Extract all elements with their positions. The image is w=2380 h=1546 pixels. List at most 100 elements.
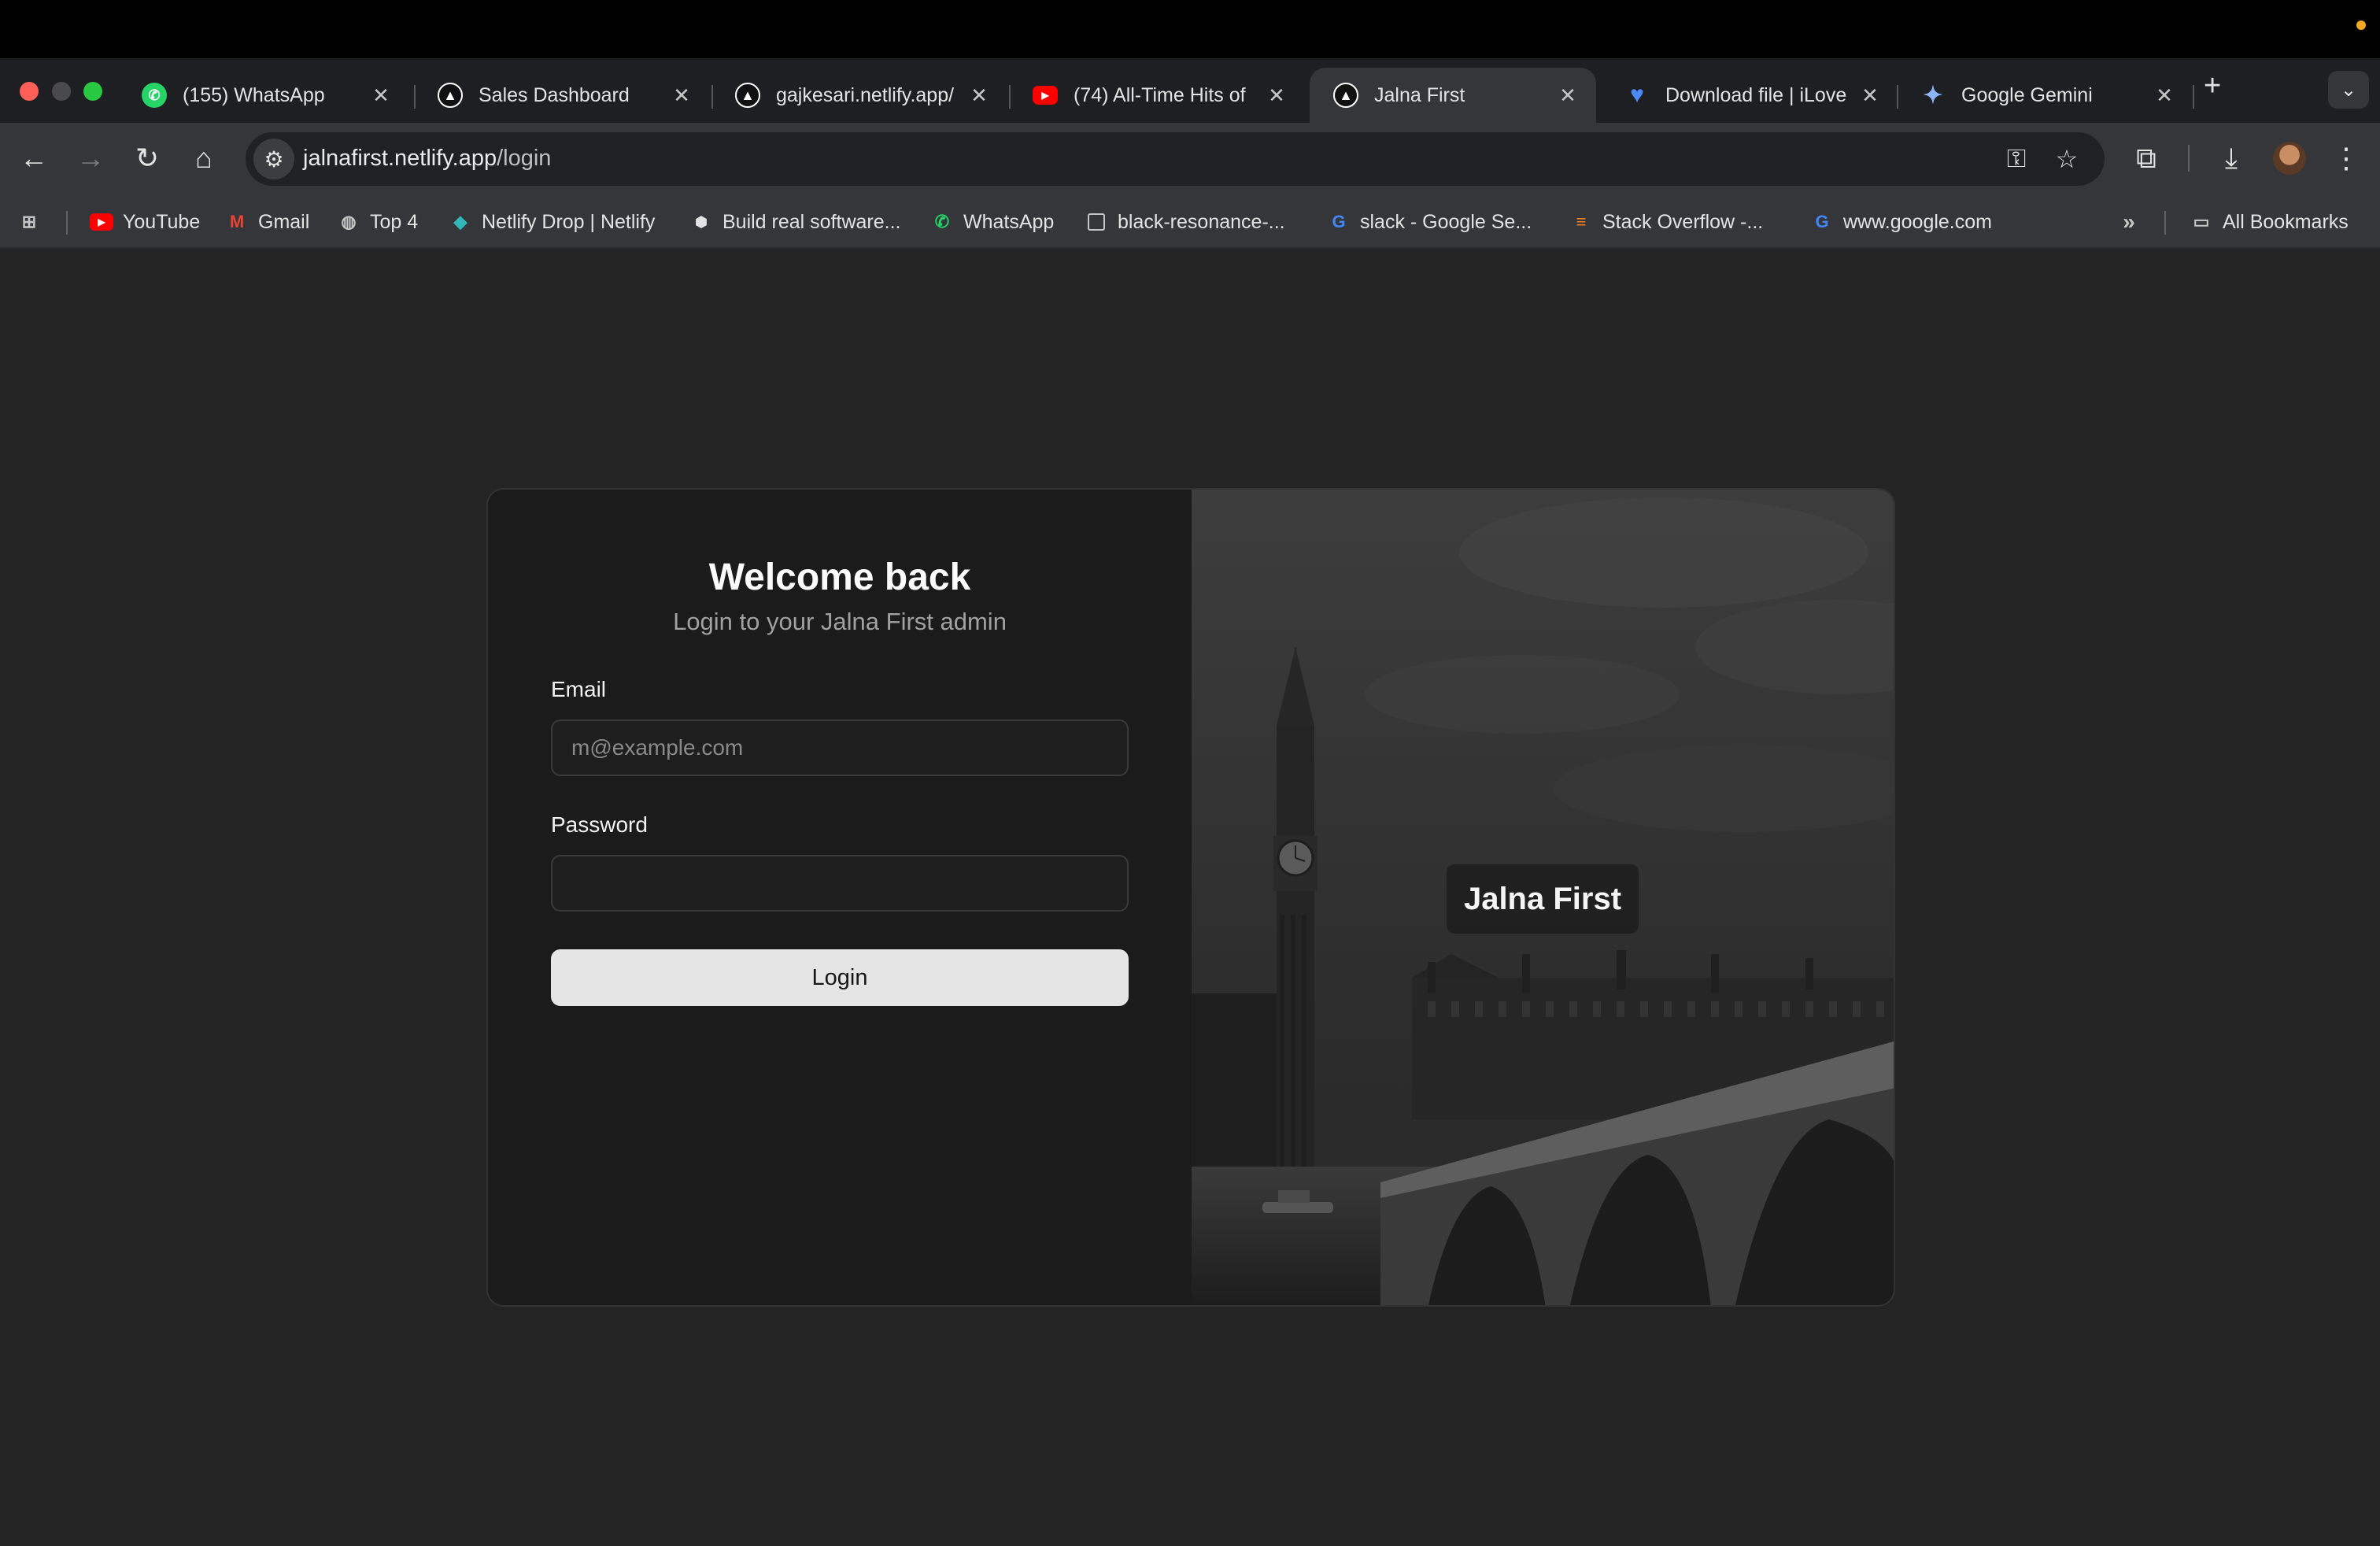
tab-close-icon[interactable]: ✕	[2153, 83, 2175, 108]
more-menu-icon[interactable]: ⋮	[2326, 139, 2366, 178]
tab-divider	[2193, 85, 2194, 109]
bookmarks-divider	[66, 211, 68, 235]
login-form-panel: Welcome back Login to your Jalna First a…	[488, 490, 1192, 1305]
window-close-button[interactable]	[20, 82, 39, 101]
download-icon[interactable]: ⤓	[2212, 139, 2251, 178]
password-key-icon[interactable]: ⚿	[1998, 140, 2035, 178]
login-button[interactable]: Login	[551, 949, 1129, 1006]
tab-title: Jalna First	[1374, 83, 1465, 106]
url-path: /login	[497, 146, 552, 171]
tab-google-gemini[interactable]: ✦ Google Gemini ✕	[1897, 68, 2193, 123]
tab-close-icon[interactable]: ✕	[671, 83, 693, 108]
page-title: Welcome back	[708, 557, 971, 598]
macos-menu-bar	[0, 0, 2380, 58]
password-label: Password	[551, 812, 648, 837]
toolbar-divider	[2188, 145, 2190, 172]
youtube-icon: ▶	[90, 213, 113, 231]
bookmark-black-resonance[interactable]: black-resonance-...	[1085, 206, 1285, 238]
bookmark-whatsapp[interactable]: ✆ WhatsApp	[930, 206, 1055, 238]
bookmark-top-4[interactable]: ◍ Top 4	[337, 206, 418, 238]
forward-arrow-icon[interactable]: →	[71, 139, 110, 178]
back-arrow-icon[interactable]: ←	[14, 139, 54, 178]
bookmark-label: www.google.com	[1843, 210, 1992, 233]
square-icon	[1085, 210, 1108, 234]
bookmark-label: WhatsApp	[963, 210, 1055, 233]
cube-icon: ⬢	[695, 213, 708, 230]
ilovepdf-heart-icon: ♥	[1630, 82, 1644, 108]
bookmarks-bar: ⊞ ▶ YouTube M Gmail ◍ Top 4 ◆ Netlify Dr…	[0, 195, 2380, 249]
tab-title: gajkesari.netlify.app/	[776, 83, 955, 106]
tab-title: Sales Dashboard	[479, 83, 630, 106]
bookmark-build-real-software[interactable]: ⬢ Build real software...	[689, 206, 901, 238]
tab-close-icon[interactable]: ✕	[1557, 83, 1579, 108]
google-icon: G	[1815, 212, 1829, 231]
email-field[interactable]	[551, 719, 1129, 776]
bookmark-label: All Bookmarks	[2223, 210, 2349, 233]
new-tab-plus-icon[interactable]: +	[2204, 69, 2221, 103]
tab-ilovepdf[interactable]: ♥ Download file | iLove ✕	[1601, 68, 1898, 123]
reload-icon[interactable]: ↻	[128, 139, 167, 178]
bookmark-youtube[interactable]: ▶ YouTube	[90, 206, 200, 238]
apps-grid-icon[interactable]: ⊞	[17, 206, 41, 238]
netlify-triangle-icon: ▲	[735, 83, 760, 108]
window-zoom-button[interactable]	[83, 82, 102, 101]
browser-tab-strip: ✆ (155) WhatsApp ✕ ▲ Sales Dashboard ✕ ▲…	[0, 58, 2380, 123]
more-bookmarks-chevron-icon[interactable]: »	[2117, 206, 2141, 238]
bookmark-slack-google-search[interactable]: G slack - Google Se...	[1327, 206, 1532, 238]
globe-icon: ◍	[341, 212, 357, 231]
bookmark-label: Netlify Drop | Netlify	[482, 210, 656, 233]
whatsapp-icon: ✆	[934, 212, 950, 231]
password-field[interactable]	[551, 855, 1129, 912]
bookmark-netlify-drop[interactable]: ◆ Netlify Drop | Netlify	[449, 206, 656, 238]
url-host: jalnafirst.netlify.app	[303, 146, 497, 171]
tab-jalna-first[interactable]: ▲ Jalna First ✕	[1310, 68, 1596, 123]
bookmark-label: slack - Google Se...	[1360, 210, 1532, 233]
bookmark-label: Build real software...	[722, 210, 901, 233]
bookmark-stack-overflow[interactable]: ≡ Stack Overflow -...	[1569, 206, 1764, 238]
gemini-sparkle-icon: ✦	[1923, 82, 1943, 109]
netlify-triangle-icon: ▲	[438, 83, 463, 108]
bookmark-google[interactable]: G www.google.com	[1810, 206, 1992, 238]
bookmark-label: YouTube	[123, 210, 201, 233]
profile-avatar[interactable]	[2273, 142, 2306, 175]
bookmark-gmail[interactable]: M Gmail	[225, 206, 309, 238]
tab-gajkesari[interactable]: ▲ gajkesari.netlify.app/ ✕	[711, 68, 1007, 123]
tab-close-icon[interactable]: ✕	[370, 83, 392, 108]
tab-youtube-hits[interactable]: ▶ (74) All-Time Hits of ✕	[1009, 68, 1305, 123]
site-settings-tune-icon[interactable]: ⚙	[253, 139, 294, 179]
bookmarks-divider	[2164, 211, 2166, 235]
browser-toolbar: ← → ↻ ⌂ ⚙ jalnafirst.netlify.app/login ⚿…	[0, 123, 2380, 195]
tab-close-icon[interactable]: ✕	[968, 83, 990, 108]
login-card: Welcome back Login to your Jalna First a…	[486, 488, 1895, 1307]
tab-sales-dashboard[interactable]: ▲ Sales Dashboard ✕	[414, 68, 710, 123]
folder-icon: ▭	[2193, 212, 2210, 231]
all-bookmarks-folder[interactable]: ▭ All Bookmarks	[2190, 206, 2349, 238]
bookmark-label: Top 4	[370, 210, 419, 233]
brand-badge: Jalna First	[1447, 864, 1639, 934]
extensions-puzzle-icon[interactable]: ⧉	[2127, 139, 2166, 178]
address-bar[interactable]: ⚙ jalnafirst.netlify.app/login ⚿ ☆	[246, 132, 2105, 186]
gmail-icon: M	[229, 212, 245, 231]
tab-title: Google Gemini	[1961, 83, 2093, 106]
url-text[interactable]: jalnafirst.netlify.app/login	[303, 146, 551, 172]
window-minimize-button[interactable]	[52, 82, 71, 101]
bookmark-label: Stack Overflow -...	[1602, 210, 1764, 233]
tab-title: (74) All-Time Hits of	[1074, 83, 1246, 106]
page-subtitle: Login to your Jalna First admin	[673, 608, 1007, 635]
tab-whatsapp[interactable]: ✆ (155) WhatsApp ✕	[118, 68, 409, 123]
hero-image-panel: Jalna First	[1192, 490, 1894, 1305]
bookmark-star-icon[interactable]: ☆	[2048, 140, 2086, 178]
google-icon: G	[1332, 212, 1346, 231]
stackoverflow-icon: ≡	[1576, 212, 1587, 231]
tab-close-icon[interactable]: ✕	[1859, 83, 1881, 108]
email-label: Email	[551, 677, 607, 701]
tab-title: (155) WhatsApp	[183, 83, 325, 106]
tab-close-icon[interactable]: ✕	[1266, 83, 1288, 108]
home-icon[interactable]: ⌂	[184, 139, 224, 178]
netlify-diamond-icon: ◆	[453, 212, 468, 231]
bookmark-label: Gmail	[258, 210, 310, 233]
tab-title: Download file | iLove	[1665, 83, 1847, 106]
netlify-triangle-icon: ▲	[1333, 83, 1358, 108]
tab-search-chevron-icon[interactable]: ⌄	[2328, 71, 2369, 109]
youtube-icon: ▶	[1033, 86, 1058, 105]
